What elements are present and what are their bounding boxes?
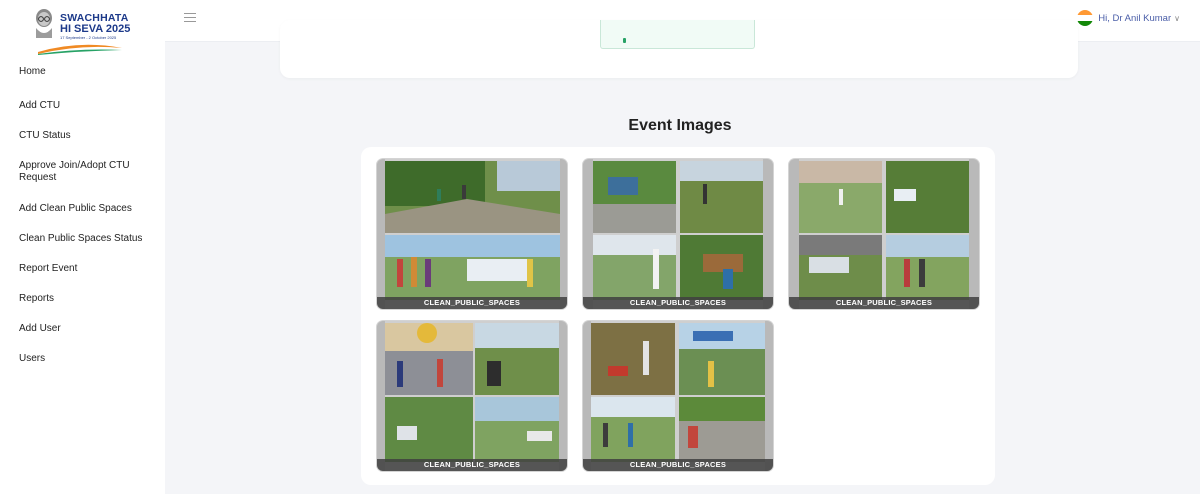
user-menu[interactable]: Hi, Dr Anil Kumar ∨ — [1077, 9, 1180, 27]
sidebar-item-ctu-status[interactable]: CTU Status — [19, 130, 154, 142]
event-photo-collage — [377, 321, 567, 471]
summary-card — [280, 20, 1078, 78]
image-caption: CLEAN_PUBLIC_SPACES — [789, 297, 979, 309]
event-image-tile[interactable]: CLEAN_PUBLIC_SPACES — [789, 159, 979, 309]
sidebar-item-add-ctu[interactable]: Add CTU — [19, 100, 154, 112]
event-photo-collage — [789, 159, 979, 309]
sidebar: SWACHHATA HI SEVA 2025 17 September - 2 … — [0, 0, 165, 494]
image-caption: CLEAN_PUBLIC_SPACES — [377, 459, 567, 471]
image-caption: CLEAN_PUBLIC_SPACES — [377, 297, 567, 309]
sidebar-item-reports[interactable]: Reports — [19, 293, 154, 305]
status-indicator-icon — [623, 38, 626, 43]
event-images-gallery: CLEAN_PUBLIC_SPACES CLEAN_PUBLIC_SPACES — [361, 147, 995, 485]
image-caption: CLEAN_PUBLIC_SPACES — [583, 459, 773, 471]
user-greeting: Hi, Dr Anil Kumar — [1098, 12, 1172, 24]
event-image-tile[interactable]: CLEAN_PUBLIC_SPACES — [377, 159, 567, 309]
menu-toggle-icon[interactable] — [184, 13, 196, 23]
event-photo-collage — [377, 159, 567, 309]
swachhata-logo[interactable]: SWACHHATA HI SEVA 2025 17 September - 2 … — [30, 4, 131, 55]
sidebar-item-approve-join-adopt[interactable]: Approve Join/Adopt CTU Request — [19, 160, 154, 184]
chevron-down-icon: ∨ — [1174, 13, 1180, 23]
event-photo-collage — [583, 159, 773, 309]
event-image-tile[interactable]: CLEAN_PUBLIC_SPACES — [583, 321, 773, 471]
sidebar-item-report-event[interactable]: Report Event — [19, 263, 154, 275]
event-image-tile[interactable]: CLEAN_PUBLIC_SPACES — [583, 159, 773, 309]
event-photo-collage — [583, 321, 773, 471]
sidebar-item-add-clean-public-spaces[interactable]: Add Clean Public Spaces — [19, 203, 154, 215]
status-box — [600, 20, 755, 49]
sidebar-item-add-user[interactable]: Add User — [19, 323, 154, 335]
sidebar-item-users[interactable]: Users — [19, 353, 154, 365]
event-image-tile[interactable]: CLEAN_PUBLIC_SPACES — [377, 321, 567, 471]
logo-dates: 17 September - 2 October 2025 — [60, 35, 117, 40]
logo-title-line2: HI SEVA 2025 — [60, 23, 131, 35]
gandhi-glasses-icon — [36, 9, 52, 38]
image-caption: CLEAN_PUBLIC_SPACES — [583, 297, 773, 309]
section-title: Event Images — [628, 117, 732, 134]
india-flag-icon — [1077, 10, 1094, 26]
sidebar-item-clean-public-spaces-status[interactable]: Clean Public Spaces Status — [19, 233, 154, 245]
tricolor-swoosh-icon — [38, 44, 122, 55]
sidebar-item-home[interactable]: Home — [19, 66, 154, 78]
